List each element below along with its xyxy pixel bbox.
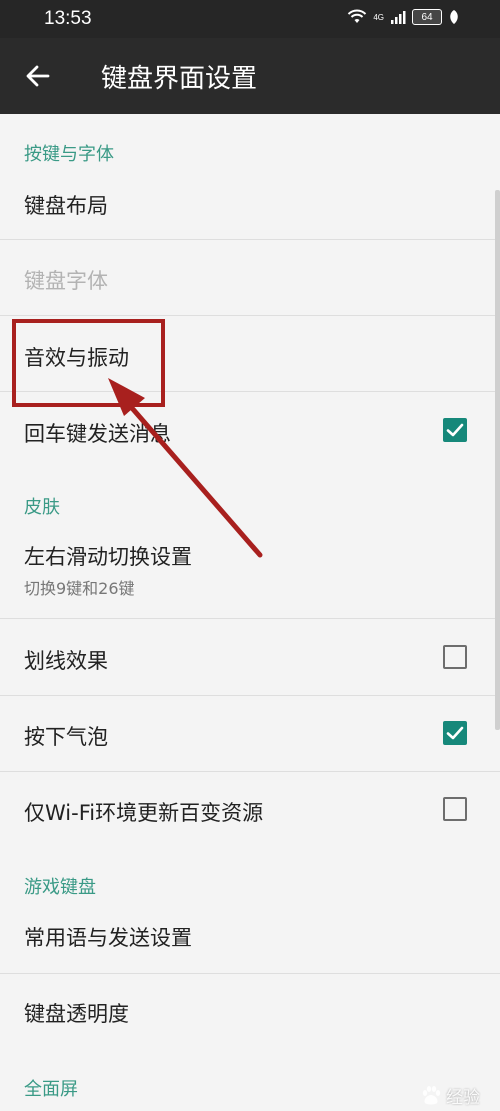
status-bar: 13:53 4G 64 (0, 0, 500, 38)
wifi-icon (348, 9, 367, 23)
row-title: 键盘布局 (24, 194, 108, 218)
row-phrases-send[interactable]: 常用语与发送设置 (0, 898, 500, 973)
checkmark-icon (446, 726, 464, 740)
section-header-keys-fonts: 按键与字体 (24, 144, 114, 165)
row-title: 划线效果 (24, 649, 108, 673)
watermark: 经验 (420, 1083, 480, 1108)
row-title: 按下气泡 (24, 725, 108, 749)
row-title: 常用语与发送设置 (24, 926, 192, 950)
leaf-icon (450, 10, 458, 24)
app-bar: 键盘界面设置 (0, 38, 500, 114)
row-title: 回车键发送消息 (24, 422, 171, 446)
watermark-text: 经验 (446, 1088, 480, 1107)
row-keyboard-transparency[interactable]: 键盘透明度 (0, 974, 500, 1049)
row-title: 仅Wi-Fi环境更新百变资源 (24, 801, 264, 825)
back-button[interactable] (18, 56, 58, 96)
arrow-left-icon (26, 65, 50, 87)
checkbox-wifi-update[interactable] (443, 797, 467, 821)
status-time: 13:53 (44, 8, 92, 29)
row-swipe-switch[interactable]: 左右滑动切换设置 切换9键和26键 (0, 519, 500, 614)
row-press-bubble[interactable]: 按下气泡 (0, 696, 500, 772)
scrollbar[interactable] (495, 190, 500, 730)
row-keyboard-layout[interactable]: 键盘布局 (0, 164, 500, 239)
row-subtitle: 切换9键和26键 (24, 579, 135, 598)
row-line-effect[interactable]: 划线效果 (0, 619, 500, 695)
section-header-game-keyboard: 游戏键盘 (24, 877, 96, 898)
row-keyboard-font: 键盘字体 (0, 240, 500, 315)
row-title: 左右滑动切换设置 (24, 545, 192, 569)
checkmark-icon (446, 423, 464, 437)
section-header-skin: 皮肤 (24, 497, 60, 518)
row-title: 键盘字体 (24, 269, 108, 293)
page-title: 键盘界面设置 (101, 64, 258, 94)
checkbox-line-effect[interactable] (443, 645, 467, 669)
annotation-highlight-box (12, 319, 165, 407)
baidu-paw-icon (422, 1085, 441, 1104)
battery-icon: 64 (412, 9, 442, 25)
checkbox-enter-send[interactable] (443, 418, 467, 442)
signal-icon (391, 11, 406, 24)
settings-list: 按键与字体 键盘布局 键盘字体 音效与振动 回车键发送消息 皮肤 左右滑动切换设… (0, 114, 500, 1111)
row-title: 键盘透明度 (24, 1002, 129, 1026)
checkbox-press-bubble[interactable] (443, 721, 467, 745)
network-type: 4G (373, 12, 384, 22)
status-icons: 4G 64 (347, 9, 460, 25)
row-wifi-update[interactable]: 仅Wi-Fi环境更新百变资源 (0, 772, 500, 848)
section-header-fullscreen: 全面屏 (24, 1079, 78, 1100)
